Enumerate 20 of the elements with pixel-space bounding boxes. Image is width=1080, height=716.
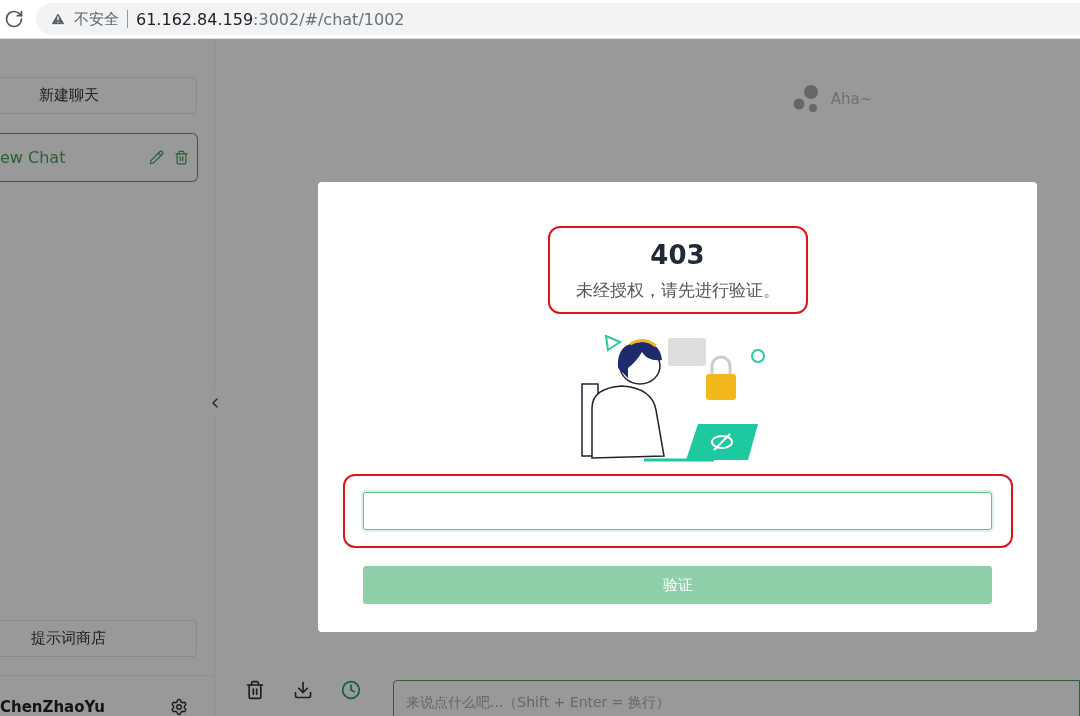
edit-icon[interactable] <box>149 150 164 165</box>
error-code: 403 <box>650 238 705 271</box>
security-label: 不安全 <box>74 9 119 29</box>
dots-logo-icon <box>792 84 821 114</box>
user-name: ChenZhaoYu <box>0 698 105 716</box>
warning-icon <box>50 11 66 27</box>
url-host: 61.162.84.159 <box>136 9 254 29</box>
clock-icon[interactable] <box>341 680 361 700</box>
trash-icon[interactable] <box>245 680 265 700</box>
prompt-store-button[interactable]: 提示词商店 <box>0 620 197 657</box>
address-bar[interactable]: 不安全 61.162.84.159:3002/#/chat/1002 <box>36 3 1080 35</box>
reload-icon[interactable] <box>4 9 24 29</box>
download-icon[interactable] <box>293 680 313 700</box>
new-chat-button[interactable]: 新建聊天 <box>0 77 197 114</box>
secret-key-field[interactable] <box>363 492 992 530</box>
url-path: :3002/#/chat/1002 <box>253 9 405 29</box>
trash-icon[interactable] <box>174 150 189 165</box>
chat-title: ew Chat <box>0 148 67 167</box>
settings-icon[interactable] <box>170 698 188 716</box>
error-message: 未经授权，请先进行验证。 <box>575 278 780 302</box>
